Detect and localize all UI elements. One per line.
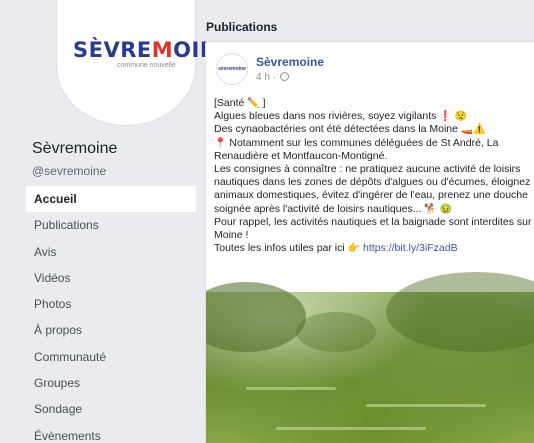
brand-logo: SÈVREMOINE <box>73 38 233 62</box>
post-line: Les consignes à connaître : ne pratiquez… <box>214 163 521 176</box>
post-avatar[interactable]: sèvremoine <box>216 53 248 85</box>
water-streak <box>246 387 336 390</box>
post-time[interactable]: 4 h · <box>256 72 276 83</box>
sick-face-icon: 🤢 <box>439 203 453 215</box>
post-line: Algues bleues dans nos rivières, soyez v… <box>214 110 468 123</box>
post-line: Des cynaobactéries ont été détectées dan… <box>214 123 486 136</box>
boat-icon: 🚤 <box>460 124 474 136</box>
water-streak <box>366 404 486 407</box>
page-nav: Accueil Publications Avis Vidéos Photos … <box>26 186 196 443</box>
foliage-shape <box>296 312 376 352</box>
post-link[interactable]: https://bit.ly/3iFzadB <box>363 242 458 254</box>
pencil-icon: ✏️ <box>247 98 260 109</box>
nav-item-avis[interactable]: Avis <box>26 239 196 265</box>
nav-item-videos[interactable]: Vidéos <box>26 265 196 291</box>
post-line: Toutes les infos utiles par ici 👉 https:… <box>214 242 458 255</box>
nav-item-publications[interactable]: Publications <box>26 212 196 238</box>
post-line: soignée après l'activité de loisirs naut… <box>214 202 453 215</box>
post-line: [Santé ✏️ ] <box>214 97 266 109</box>
post-card: sèvremoine Sèvremoine 4 h · [Santé ✏️ ] … <box>205 41 534 443</box>
section-title: Publications <box>206 20 278 34</box>
water-streak <box>276 427 426 430</box>
post-line: Pour rappel, les activités nautiques et … <box>214 215 534 228</box>
post-line: 📍 Notamment sur les communes déléguées d… <box>214 136 499 149</box>
nav-item-sondage[interactable]: Sondage <box>26 396 196 422</box>
page-handle[interactable]: @sevremoine <box>32 164 106 178</box>
post-line: Renaudière et Montfaucon-Montigné. <box>214 149 388 162</box>
post-line: Moine ! <box>214 229 249 242</box>
exclamation-icon: ❗ <box>439 111 452 123</box>
post-meta: 4 h · <box>256 72 289 83</box>
post-author[interactable]: Sèvremoine <box>256 55 324 69</box>
nav-item-photos[interactable]: Photos <box>26 291 196 317</box>
pointing-hand-icon: 👉 <box>347 243 361 255</box>
post-body: [Santé ✏️ ] Algues bleues dans nos riviè… <box>214 97 534 255</box>
page-title[interactable]: Sèvremoine <box>32 140 117 158</box>
nav-item-groupes[interactable]: Groupes <box>26 370 196 396</box>
nav-item-accueil[interactable]: Accueil <box>26 186 196 213</box>
worried-face-icon: 😟 <box>454 111 468 123</box>
foliage-shape <box>386 272 534 352</box>
page-sidebar: SÈVREMOINE commune nouvelle Sèvremoine @… <box>0 0 233 443</box>
warning-icon: ⚠️ <box>473 124 486 136</box>
pin-icon: 📍 <box>214 137 227 149</box>
post-line: nautiques dans les zones de dépôts d'alg… <box>214 176 534 189</box>
nav-item-a-propos[interactable]: À propos <box>26 317 196 343</box>
logo-subtitle: commune nouvelle <box>117 62 176 69</box>
post-line: animaux domestiques, évitez d'ingérer de… <box>214 189 528 202</box>
nav-item-evenements[interactable]: Évènements <box>26 423 196 443</box>
post-photo[interactable] <box>206 272 534 443</box>
foliage-shape <box>206 282 306 352</box>
nav-item-communaute[interactable]: Communauté <box>26 344 196 370</box>
globe-icon <box>279 72 289 81</box>
dog-icon: 🐕 <box>424 203 437 215</box>
